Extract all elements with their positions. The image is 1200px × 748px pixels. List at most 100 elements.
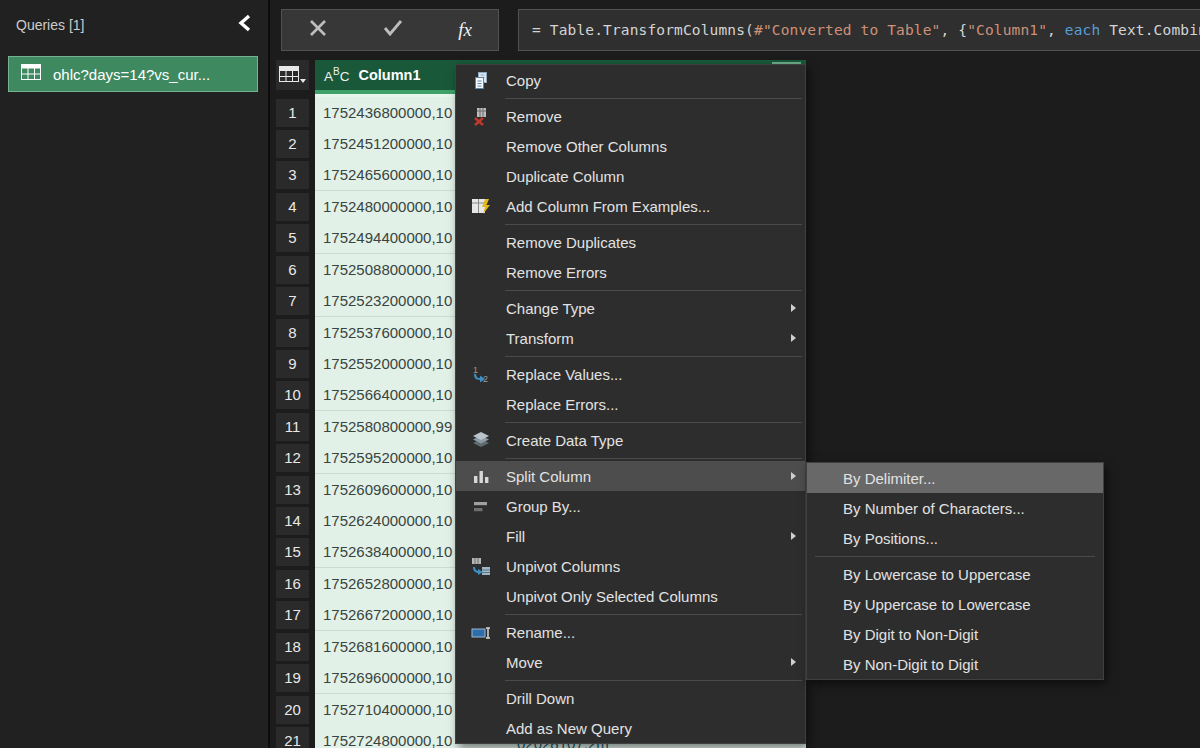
row-number: 18 xyxy=(276,633,309,661)
menu-item-remove-errors[interactable]: Remove Errors xyxy=(456,257,805,287)
menu-item-group-by[interactable]: Group By... xyxy=(456,491,805,521)
row-number: 3 xyxy=(276,161,309,189)
row-number: 17 xyxy=(276,601,309,629)
menu-item-remove[interactable]: Remove xyxy=(456,101,805,131)
menu-item-drill-down[interactable]: Drill Down xyxy=(456,683,805,713)
create-data-type-icon xyxy=(456,431,506,450)
group-by-icon xyxy=(456,497,506,516)
svg-text:1: 1 xyxy=(473,365,478,375)
row-number: 13 xyxy=(276,476,309,504)
menu-item-label: Remove xyxy=(506,108,562,125)
menu-item-unpivot-columns[interactable]: Unpivot Columns xyxy=(456,551,805,581)
menu-item-label: Unpivot Only Selected Columns xyxy=(506,588,718,605)
copy-icon xyxy=(456,71,506,90)
text-type-icon: ABC xyxy=(324,66,349,84)
menu-item-unpivot-only-selected-columns[interactable]: Unpivot Only Selected Columns xyxy=(456,581,805,611)
menu-item-rename[interactable]: Rename... xyxy=(456,617,805,647)
formula-token: , { xyxy=(940,22,967,38)
menu-item-label: Change Type xyxy=(506,300,595,317)
split-column-icon xyxy=(456,467,506,486)
menu-item-label: Move xyxy=(506,654,543,671)
menu-item-by-number-of-characters[interactable]: By Number of Characters... xyxy=(807,493,1103,523)
menu-item-by-positions[interactable]: By Positions... xyxy=(807,523,1103,553)
menu-item-label: Replace Errors... xyxy=(506,396,619,413)
formula-token: Text.Combine xyxy=(1100,22,1200,38)
menu-item-label: By Uppercase to Lowercase xyxy=(843,596,1031,613)
row-number: 16 xyxy=(276,570,309,598)
menu-item-by-non-digit-to-digit[interactable]: By Non-Digit to Digit xyxy=(807,649,1103,679)
row-number: 6 xyxy=(276,256,309,284)
menu-item-by-lowercase-to-uppercase[interactable]: By Lowercase to Uppercase xyxy=(807,559,1103,589)
row-number: 5 xyxy=(276,224,309,252)
menu-item-remove-other-columns[interactable]: Remove Other Columns xyxy=(456,131,805,161)
cancel-icon[interactable] xyxy=(308,18,328,42)
queries-pane: Queries [1] ohlc?days=14?vs_cur... xyxy=(0,0,270,748)
menu-item-add-column-from-examples[interactable]: Add Column From Examples... xyxy=(456,191,805,221)
row-number: 19 xyxy=(276,664,309,692)
add-column-from-examples-icon xyxy=(456,197,506,216)
formula-token: each xyxy=(1065,22,1101,38)
submenu-arrow-icon xyxy=(791,532,796,540)
menu-item-label: By Positions... xyxy=(843,530,938,547)
menu-item-remove-duplicates[interactable]: Remove Duplicates xyxy=(456,227,805,257)
fx-icon[interactable]: fx xyxy=(458,19,472,41)
menu-item-replace-values[interactable]: 12Replace Values... xyxy=(456,359,805,389)
replace-values-icon: 12 xyxy=(456,365,506,384)
submenu-arrow-icon xyxy=(791,472,796,480)
menu-item-label: Add Column From Examples... xyxy=(506,198,710,215)
row-number: 21 xyxy=(276,727,309,748)
menu-item-move[interactable]: Move xyxy=(456,647,805,677)
column-name: Column1 xyxy=(358,67,420,83)
formula-token: "Column1" xyxy=(967,22,1047,38)
row-number: 12 xyxy=(276,444,309,472)
rename-icon xyxy=(456,623,506,642)
formula-token: , xyxy=(1047,22,1065,38)
row-number: 9 xyxy=(276,350,309,378)
menu-item-transform[interactable]: Transform xyxy=(456,323,805,353)
menu-item-label: Duplicate Column xyxy=(506,168,624,185)
split-column-submenu: By Delimiter... By Number of Characters..… xyxy=(806,462,1104,680)
menu-item-label: Copy xyxy=(506,72,541,89)
menu-item-label: By Non-Digit to Digit xyxy=(843,656,978,673)
query-item[interactable]: ohlc?days=14?vs_cur... xyxy=(8,56,258,92)
table-icon xyxy=(21,64,41,84)
menu-item-label: Group By... xyxy=(506,498,581,515)
remove-column-icon xyxy=(456,107,506,126)
row-number: 15 xyxy=(276,538,309,566)
menu-item-label: Fill xyxy=(506,528,525,545)
menu-item-by-delimiter[interactable]: By Delimiter... xyxy=(807,463,1103,493)
queries-pane-title: Queries [1] xyxy=(16,17,84,33)
row-number: 1 xyxy=(276,99,309,127)
column-context-menu: Copy Remove Remove Other Columns Duplicate … xyxy=(455,64,806,744)
menu-item-label: By Digit to Non-Digit xyxy=(843,626,978,643)
row-number: 20 xyxy=(276,696,309,724)
submenu-arrow-icon xyxy=(791,304,796,312)
menu-item-split-column[interactable]: Split Column xyxy=(456,461,805,491)
menu-item-fill[interactable]: Fill xyxy=(456,521,805,551)
formula-toolbar: fx xyxy=(281,9,499,51)
menu-item-label: Remove Other Columns xyxy=(506,138,667,155)
menu-item-label: By Delimiter... xyxy=(843,470,936,487)
submenu-arrow-icon xyxy=(791,658,796,666)
menu-item-label: By Lowercase to Uppercase xyxy=(843,566,1031,583)
menu-item-by-uppercase-to-lowercase[interactable]: By Uppercase to Lowercase xyxy=(807,589,1103,619)
row-number: 4 xyxy=(276,193,309,221)
formula-token: = Table.TransformColumns( xyxy=(532,22,754,38)
menu-item-duplicate-column[interactable]: Duplicate Column xyxy=(456,161,805,191)
query-name: ohlc?days=14?vs_cur... xyxy=(53,66,210,83)
collapse-pane-icon[interactable] xyxy=(236,13,256,33)
menu-item-add-as-new-query[interactable]: Add as New Query xyxy=(456,713,805,743)
menu-item-copy[interactable]: Copy xyxy=(456,65,805,95)
unpivot-columns-icon xyxy=(456,557,506,576)
submenu-arrow-icon xyxy=(791,334,796,342)
menu-item-replace-errors[interactable]: Replace Errors... xyxy=(456,389,805,419)
menu-item-by-digit-to-non-digit[interactable]: By Digit to Non-Digit xyxy=(807,619,1103,649)
menu-item-change-type[interactable]: Change Type xyxy=(456,293,805,323)
formula-token: #"Converted to Table" xyxy=(754,22,940,38)
check-icon[interactable] xyxy=(382,18,404,42)
menu-item-label: Replace Values... xyxy=(506,366,622,383)
select-all-button[interactable] xyxy=(276,60,309,90)
menu-item-create-data-type[interactable]: Create Data Type xyxy=(456,425,805,455)
row-number: 8 xyxy=(276,319,309,347)
formula-input[interactable]: = Table.TransformColumns(#"Converted to … xyxy=(518,9,1200,51)
